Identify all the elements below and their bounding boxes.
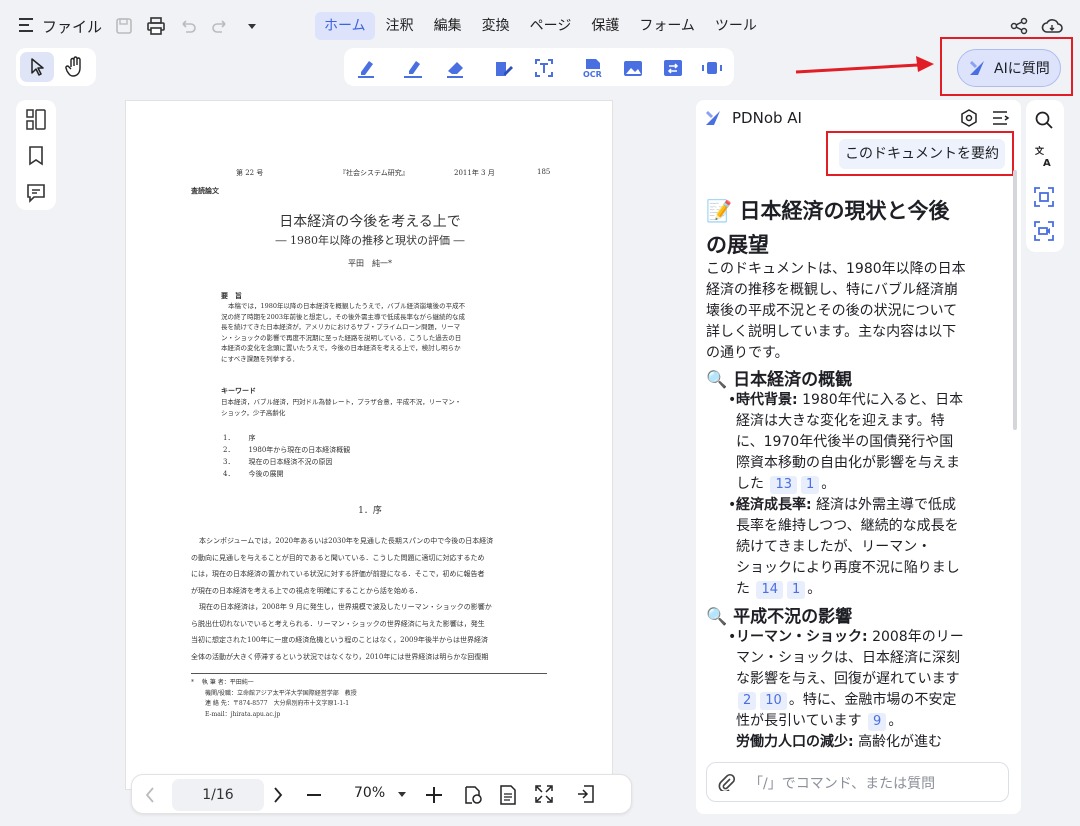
citation-ref[interactable]: 13	[770, 476, 797, 494]
page-number-input[interactable]: 1/16	[172, 779, 264, 811]
zoom-dropdown-icon[interactable]	[398, 790, 406, 798]
tab-protect[interactable]: 保護	[582, 12, 628, 40]
section-title: 1．序	[358, 506, 382, 516]
fit-view-icon[interactable]	[463, 785, 483, 805]
crop-icon[interactable]	[1034, 187, 1054, 207]
ocr-icon[interactable]: OCR	[582, 57, 604, 79]
paper-subtitle: ― 1980年以降の推移と現状の評価 ―	[275, 234, 465, 247]
page-view-icon[interactable]	[499, 785, 517, 805]
text-recognize-icon[interactable]	[533, 57, 555, 79]
collapse-panel-icon[interactable]	[577, 784, 595, 804]
abstract-label: 要 旨	[221, 291, 242, 300]
bookmark-icon[interactable]	[28, 146, 44, 166]
citation-ref[interactable]: 9	[868, 713, 887, 731]
zoom-out-icon[interactable]	[307, 794, 321, 796]
tab-edit[interactable]: 編集	[425, 12, 471, 40]
ask-ai-label: AIに質問	[994, 61, 1050, 77]
ai-sparkle-icon	[969, 60, 984, 75]
prev-page-icon[interactable]	[144, 786, 156, 804]
citation-ref[interactable]: 14	[756, 581, 783, 599]
summarize-document-button[interactable]: このドキュメントを要約	[839, 139, 1005, 169]
print-icon[interactable]	[145, 15, 167, 37]
citation-ref[interactable]: 2	[738, 692, 757, 710]
header-page: 185	[537, 168, 551, 176]
tab-form[interactable]: フォーム	[630, 12, 704, 40]
summary-intro: このドキュメントは、1980年以降の日本 経済の推移を概観し、特にバブル経済崩 …	[706, 261, 966, 361]
attachment-icon[interactable]	[717, 773, 735, 791]
redo-icon[interactable]	[209, 15, 231, 37]
ask-ai-button[interactable]: AIに質問	[957, 49, 1061, 87]
image-icon[interactable]	[622, 57, 644, 79]
svg-text:文: 文	[1034, 145, 1045, 157]
pdf-page: 第 22 号 『社会システム研究』 2011年 3 月 185 査読論文 日本経…	[125, 100, 613, 790]
citation-ref[interactable]: 1	[787, 581, 806, 599]
citation-ref[interactable]: 1	[801, 476, 820, 494]
body-text: 本シンポジュームでは，2020年あるいは2030年を見通した長期スパンの中で今後…	[191, 537, 494, 661]
section-overview-title: 🔍 日本経済の概観	[706, 370, 853, 390]
file-menu[interactable]: ファイル	[42, 16, 102, 37]
hamburger-menu-icon[interactable]	[18, 17, 36, 33]
bullet-lehman-shock: • リーマン・ショック: 2008年のリー マン・ショックは、日本経済に深刻 な影…	[728, 629, 964, 731]
pdnob-logo-icon	[705, 110, 721, 126]
red-arrow-annotation	[794, 56, 936, 78]
eraser-icon[interactable]	[444, 57, 466, 79]
ai-panel-scrollbar[interactable]	[1013, 170, 1017, 430]
keywords-text: 日本経済，バブル経済，円対ドル為替レート，プラザ合意，平成不況，リーマン・ ショ…	[221, 398, 462, 417]
settings-icon[interactable]	[960, 109, 978, 127]
paper-category: 査読論文	[191, 186, 219, 195]
header-date: 2011年 3 月	[454, 169, 495, 177]
share-icon[interactable]	[1008, 15, 1030, 37]
svg-text:A: A	[1043, 158, 1051, 167]
tab-annotate[interactable]: 注釈	[377, 12, 423, 40]
highlight-icon[interactable]	[355, 57, 377, 79]
zoom-level[interactable]: 70%	[354, 785, 385, 801]
summary-heading: 📝 日本経済の現状と今後 の展望	[706, 199, 950, 257]
translate-icon[interactable]: 文A	[1034, 145, 1054, 167]
comment-icon[interactable]	[26, 183, 46, 203]
screen-record-icon[interactable]	[1034, 221, 1054, 241]
footnote-divider	[191, 673, 547, 674]
underline-icon[interactable]	[402, 57, 424, 79]
tab-tools[interactable]: ツール	[706, 12, 766, 40]
table-of-contents: 1．序 2． 1980年から現在の日本経済概観 3． 現在の日本経済不況の原因 4．…	[223, 434, 351, 478]
cloud-icon[interactable]	[1039, 15, 1065, 37]
header-journal: 『社会システム研究』	[339, 169, 409, 177]
compare-icon[interactable]	[662, 57, 684, 79]
save-icon[interactable]	[113, 15, 135, 37]
dropdown-arrow-icon[interactable]	[241, 15, 263, 37]
ai-assistant-panel: PDNob AI このドキュメントを要約 📝 日本経済の現状と今後 の展望 この…	[696, 100, 1021, 814]
thumbnails-icon[interactable]	[26, 109, 46, 131]
tab-convert[interactable]: 変換	[473, 12, 519, 40]
zoom-in-icon[interactable]	[426, 787, 442, 803]
bullet-era-background: • 時代背景: 1980年代に入ると、日本 経済は大きな変化を迎えます。特 に、1…	[728, 392, 964, 494]
bullet-labor-decline: •労働力人口の減少: 高齢化が進む	[736, 734, 943, 750]
ai-panel-title: PDNob AI	[732, 109, 802, 127]
svg-text:OCR: OCR	[583, 70, 602, 79]
home-toolbar: OCR	[344, 48, 734, 86]
footnote: * 執 筆 者：平田純一 機関/役職：立命館アジア太平洋大学国際経営学部 教授 …	[191, 679, 357, 718]
search-icon[interactable]	[1035, 111, 1053, 129]
video-icon[interactable]	[701, 57, 723, 79]
next-page-icon[interactable]	[272, 786, 284, 804]
tab-page[interactable]: ページ	[521, 12, 581, 40]
undo-icon[interactable]	[177, 15, 199, 37]
section-recession-title: 🔍 平成不況の影響	[706, 607, 853, 627]
fullscreen-icon[interactable]	[535, 785, 553, 803]
input-placeholder: 「/」でコマンド、または質問	[749, 776, 936, 792]
cursor-icon[interactable]	[29, 58, 45, 76]
citation-ref[interactable]: 10	[760, 692, 787, 710]
paper-author: 平田 純一*	[348, 259, 392, 268]
header-issue: 第 22 号	[236, 169, 264, 177]
bullet-growth-rate: • 経済成長率: 経済は外需主導で低成 長率を維持しつつ、継続的な成長を 続けてき…	[728, 497, 960, 599]
tab-home[interactable]: ホーム	[315, 12, 375, 40]
edit-icon[interactable]	[492, 57, 514, 79]
keywords-label: キーワード	[221, 386, 256, 395]
abstract-text: 本稿では，1980年以降の日本経済を概観したうえで，バブル経済崩壊後の平成不 況…	[221, 302, 466, 363]
hand-icon[interactable]	[65, 56, 85, 78]
page-navigation-bar: 1/16 70%	[131, 774, 632, 814]
ai-chat-input[interactable]: 「/」でコマンド、または質問	[706, 762, 1009, 802]
history-list-icon[interactable]	[992, 110, 1010, 126]
ribbon-tabs: ホーム 注釈 編集 変換 ページ 保護 フォーム ツール	[315, 12, 766, 40]
paper-title: 日本経済の今後を考える上で	[279, 214, 461, 230]
